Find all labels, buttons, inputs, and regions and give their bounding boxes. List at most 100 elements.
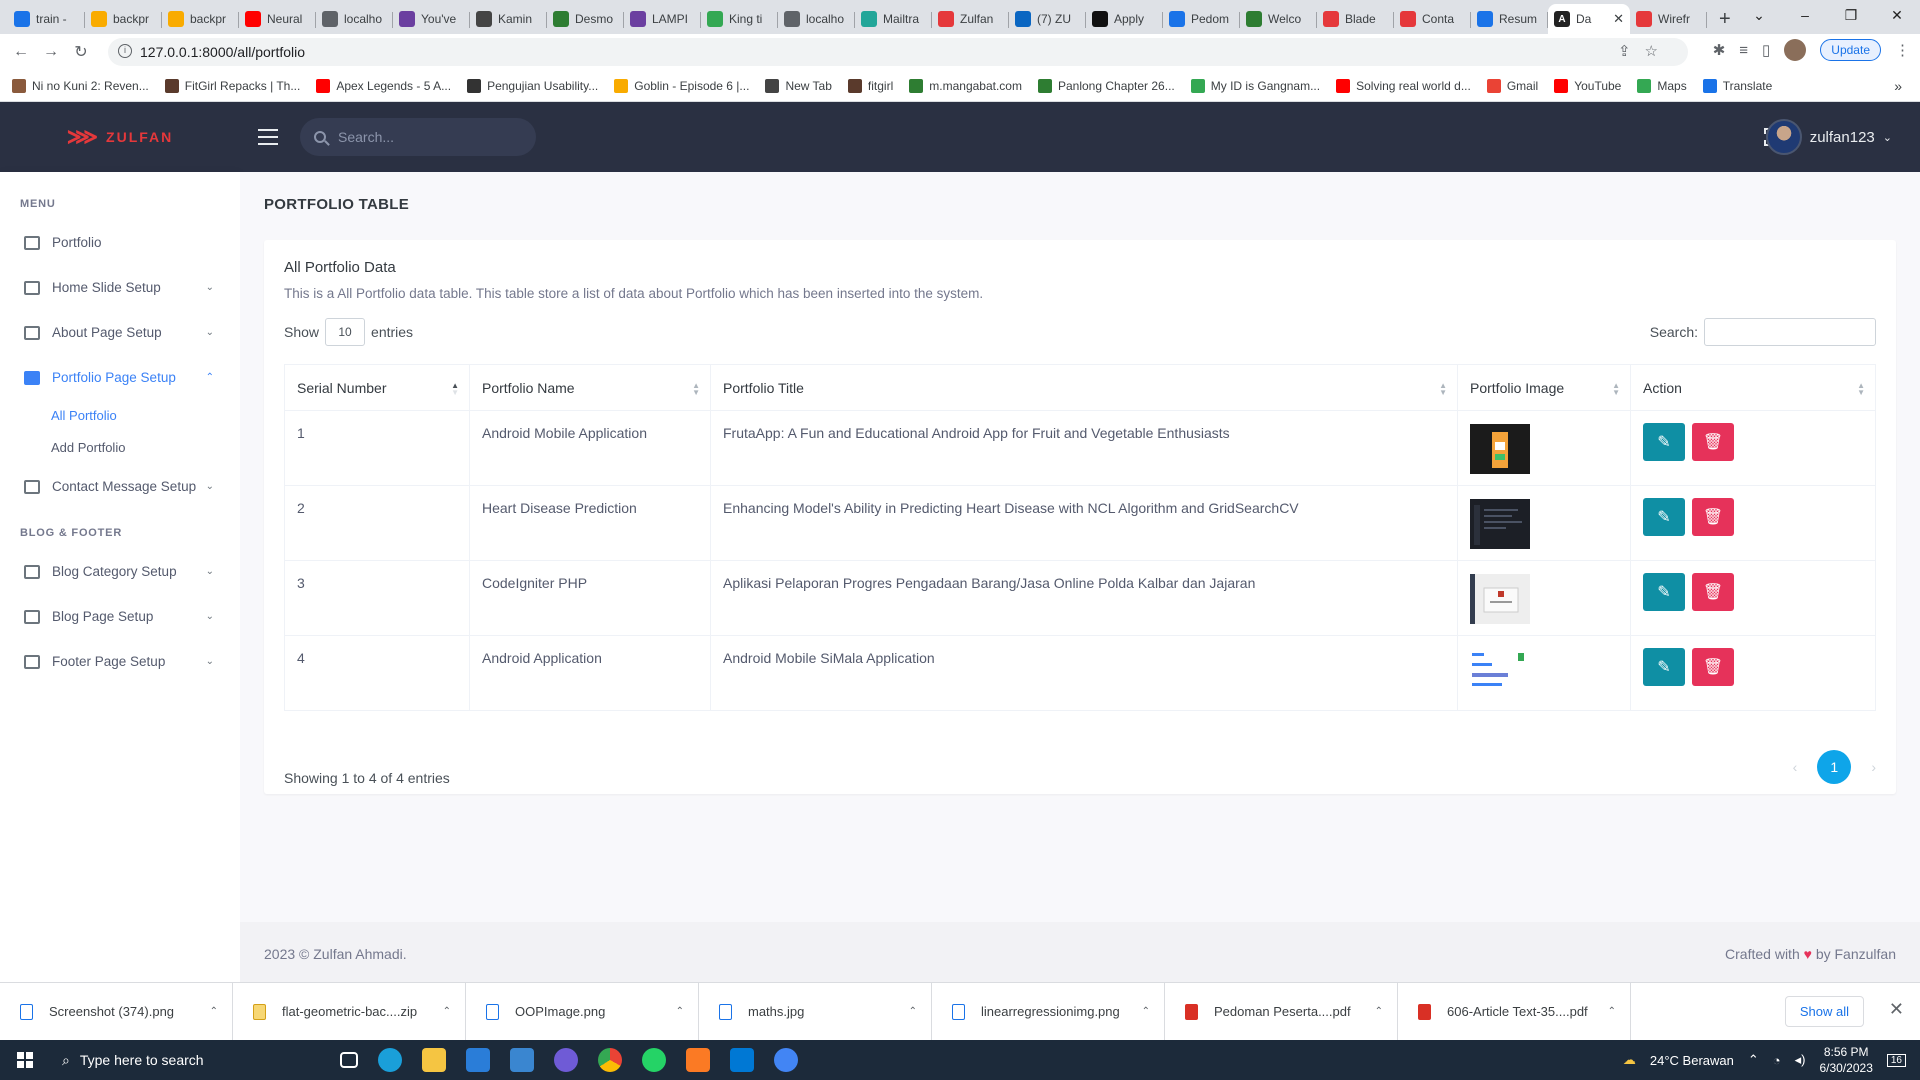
chevron-down-icon[interactable]: ⌄ bbox=[1883, 131, 1892, 144]
url-text[interactable]: 127.0.0.1:8000/all/portfolio bbox=[140, 44, 305, 60]
download-item[interactable]: 606-Article Text-35....pdf ⌃ bbox=[1398, 983, 1631, 1040]
delete-button[interactable]: 🗑 bbox=[1692, 573, 1734, 611]
header-search-input[interactable]: Search... bbox=[300, 118, 536, 156]
column-header-serial[interactable]: Serial Number ▲ ▼ bbox=[284, 364, 470, 411]
show-all-downloads-button[interactable]: Show all bbox=[1784, 996, 1864, 1027]
profile-icon[interactable] bbox=[1784, 39, 1807, 61]
sidebar-item-footer-page[interactable]: Footer Page Setup ⌄ bbox=[0, 639, 240, 684]
close-tab-icon[interactable]: ✕ bbox=[1613, 11, 1624, 27]
download-item[interactable]: Screenshot (374).png ⌃ bbox=[0, 983, 233, 1040]
edit-button[interactable]: ✎ bbox=[1643, 498, 1685, 536]
bookmark-item[interactable]: My ID is Gangnam... bbox=[1190, 78, 1320, 93]
more-menu-icon[interactable]: ⋮ bbox=[1895, 41, 1910, 59]
column-header-image[interactable]: Portfolio Image ▲ ▼ bbox=[1457, 364, 1631, 411]
bookmark-item[interactable]: Maps bbox=[1637, 78, 1687, 93]
chrome-icon[interactable] bbox=[598, 1048, 622, 1072]
browser-tab-active[interactable]: A Da ✕ bbox=[1548, 4, 1630, 34]
download-item[interactable]: linearregressionimg.png ⌃ bbox=[932, 983, 1165, 1040]
page-1-button[interactable]: 1 bbox=[1817, 750, 1852, 784]
back-icon[interactable]: ← bbox=[6, 43, 36, 61]
chevron-up-icon[interactable]: ⌃ bbox=[1608, 1006, 1616, 1017]
weather-text[interactable]: 24°C Berawan bbox=[1650, 1053, 1734, 1068]
browser-tab[interactable]: localho bbox=[316, 4, 393, 34]
sidebar-item-portfolio[interactable]: Portfolio bbox=[0, 220, 240, 265]
next-page-button[interactable]: › bbox=[1871, 759, 1876, 775]
app-icon[interactable] bbox=[554, 1048, 578, 1072]
sidebar-item-blog-category[interactable]: Blog Category Setup ⌄ bbox=[0, 549, 240, 594]
browser-tab[interactable]: Zulfan bbox=[932, 4, 1009, 34]
bookmark-item[interactable]: Gmail bbox=[1486, 78, 1538, 93]
sidebar-subitem-all-portfolio[interactable]: All Portfolio bbox=[0, 400, 240, 432]
network-icon[interactable]: ◔ bbox=[1773, 1053, 1781, 1068]
close-window-button[interactable]: ✕ bbox=[1874, 0, 1920, 30]
browser-tab[interactable]: localho bbox=[778, 4, 855, 34]
download-item[interactable]: maths.jpg ⌃ bbox=[699, 983, 932, 1040]
browser-tab[interactable]: Mailtra bbox=[855, 4, 932, 34]
browser-tab[interactable]: backpr bbox=[85, 4, 162, 34]
update-button[interactable]: Update bbox=[1820, 39, 1881, 61]
browser-tab[interactable]: Welco bbox=[1240, 4, 1317, 34]
bookmark-item[interactable]: Panlong Chapter 26... bbox=[1037, 78, 1175, 93]
sidebar-item-contact-message[interactable]: Contact Message Setup ⌄ bbox=[0, 464, 240, 509]
sidebar-item-about-page[interactable]: About Page Setup ⌄ bbox=[0, 310, 240, 355]
edit-button[interactable]: ✎ bbox=[1643, 423, 1685, 461]
chevron-up-icon[interactable]: ⌃ bbox=[909, 1006, 917, 1017]
restore-button[interactable]: ❐ bbox=[1828, 0, 1874, 30]
browser-tab[interactable]: Blade bbox=[1317, 4, 1394, 34]
edit-button[interactable]: ✎ bbox=[1643, 573, 1685, 611]
sidebar-item-home-slide[interactable]: Home Slide Setup ⌄ bbox=[0, 265, 240, 310]
side-panel-icon[interactable]: ▯ bbox=[1762, 41, 1770, 59]
delete-button[interactable]: 🗑 bbox=[1692, 423, 1734, 461]
browser-tab[interactable]: backpr bbox=[162, 4, 239, 34]
vscode-icon[interactable] bbox=[730, 1048, 754, 1072]
extensions-icon[interactable]: ✱ bbox=[1713, 41, 1726, 59]
entries-select[interactable]: 10 bbox=[325, 318, 366, 346]
delete-button[interactable]: 🗑 bbox=[1692, 498, 1734, 536]
chevron-up-icon[interactable]: ⌃ bbox=[443, 1006, 451, 1017]
xampp-icon[interactable] bbox=[686, 1048, 710, 1072]
browser-tab[interactable]: Apply bbox=[1086, 4, 1163, 34]
user-menu[interactable]: zulfan123 ⌄ bbox=[1765, 119, 1892, 155]
column-header-name[interactable]: Portfolio Name ▲ ▼ bbox=[469, 364, 711, 411]
minimize-button[interactable]: – bbox=[1782, 0, 1828, 30]
download-item[interactable]: flat-geometric-bac....zip ⌃ bbox=[233, 983, 466, 1040]
tab-search-button[interactable]: ⌄ bbox=[1736, 0, 1782, 30]
task-view-icon[interactable] bbox=[340, 1052, 358, 1068]
chevron-up-icon[interactable]: ⌃ bbox=[210, 1006, 218, 1017]
browser-tab[interactable]: train - bbox=[8, 4, 85, 34]
start-button[interactable] bbox=[0, 1052, 50, 1068]
share-bookmark-icons[interactable]: ⇪☆ bbox=[1618, 42, 1672, 60]
username[interactable]: zulfan123 bbox=[1810, 129, 1875, 146]
browser-tab[interactable]: You've bbox=[393, 4, 470, 34]
whatsapp-icon[interactable] bbox=[642, 1048, 666, 1072]
browser-tab[interactable]: Resum bbox=[1471, 4, 1548, 34]
edge-icon[interactable] bbox=[378, 1048, 402, 1072]
site-info-icon[interactable]: i bbox=[118, 44, 132, 58]
mail-icon[interactable] bbox=[510, 1048, 534, 1072]
bookmark-item[interactable]: m.mangabat.com bbox=[909, 78, 1022, 93]
sidebar-item-portfolio-page[interactable]: Portfolio Page Setup ⌃ bbox=[0, 355, 240, 400]
bookmark-item[interactable]: fitgirl bbox=[847, 78, 893, 93]
browser-tab[interactable]: (7) ZU bbox=[1009, 4, 1086, 34]
bookmark-item[interactable]: New Tab bbox=[765, 78, 832, 93]
chevron-up-icon[interactable]: ⌃ bbox=[1375, 1006, 1383, 1017]
more-bookmarks-icon[interactable]: » bbox=[1894, 78, 1902, 94]
reading-list-icon[interactable]: ≡ bbox=[1739, 42, 1748, 59]
delete-button[interactable]: 🗑 bbox=[1692, 648, 1734, 686]
forward-icon[interactable]: → bbox=[36, 43, 66, 61]
store-icon[interactable] bbox=[466, 1048, 490, 1072]
tray-chevron-icon[interactable]: ⌃ bbox=[1748, 1052, 1759, 1068]
taskbar-search[interactable]: ⌕ Type here to search bbox=[50, 1040, 280, 1080]
chevron-up-icon[interactable]: ⌃ bbox=[676, 1006, 684, 1017]
new-tab-button[interactable]: + bbox=[1719, 4, 1731, 34]
browser-tab[interactable]: Kamin bbox=[470, 4, 547, 34]
bookmark-item[interactable]: Translate bbox=[1702, 78, 1772, 93]
weather-icon[interactable]: ☁ bbox=[1623, 1052, 1636, 1068]
bookmark-item[interactable]: Solving real world d... bbox=[1336, 78, 1471, 93]
previous-page-button[interactable]: ‹ bbox=[1793, 759, 1798, 775]
bookmark-item[interactable]: FitGirl Repacks | Th... bbox=[164, 78, 300, 93]
sidebar-item-blog-page[interactable]: Blog Page Setup ⌄ bbox=[0, 594, 240, 639]
bookmark-item[interactable]: Apex Legends - 5 A... bbox=[316, 78, 451, 93]
browser-tab[interactable]: King ti bbox=[701, 4, 778, 34]
browser-tab[interactable]: Pedom bbox=[1163, 4, 1240, 34]
